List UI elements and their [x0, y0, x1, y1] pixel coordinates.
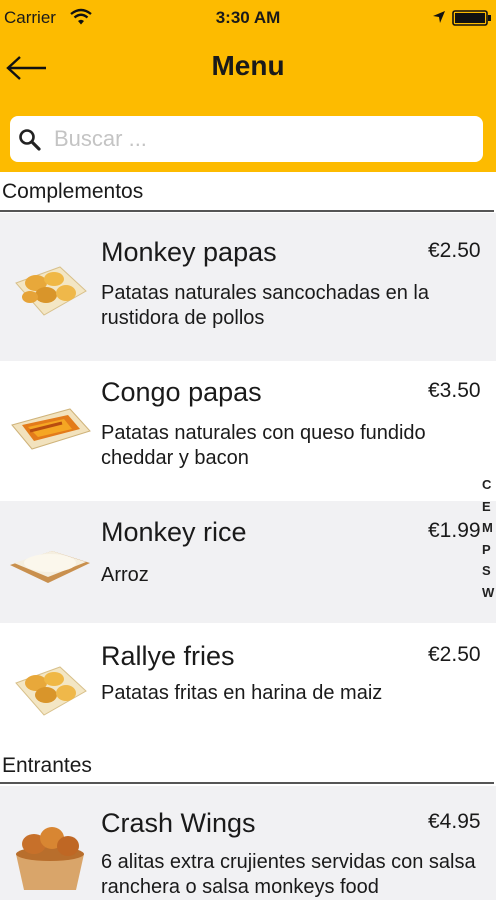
search-box[interactable] — [10, 116, 483, 162]
section-index-bar[interactable]: C E M P S W — [482, 474, 496, 603]
page-title: Menu — [211, 50, 285, 81]
battery-icon — [452, 10, 491, 26]
list-item[interactable]: Crash Wings €4.95 6 alitas extra crujien… — [0, 786, 496, 900]
item-price: €2.50 — [428, 643, 481, 666]
list-item[interactable]: Monkey rice €1.99 Arroz — [0, 501, 496, 623]
potatoes-tray-image — [15, 266, 87, 316]
item-description: Patatas naturales con queso fundido ched… — [101, 422, 426, 469]
list-item[interactable]: Congo papas €3.50 Patatas naturales con … — [0, 361, 496, 501]
list-item[interactable]: Rallye fries €2.50 Patatas fritas en har… — [0, 623, 496, 750]
chicken-wings-image — [16, 827, 84, 890]
item-description: Patatas naturales sancochadas en la rust… — [101, 282, 429, 329]
status-time: 3:30 AM — [215, 8, 281, 27]
item-description: Arroz — [101, 564, 149, 586]
index-letter[interactable]: S — [482, 560, 496, 582]
item-name: Congo papas — [101, 377, 262, 407]
search-input[interactable] — [54, 122, 454, 156]
nav-header: Carrier 3:30 AM Menu — [0, 0, 496, 172]
item-name: Rallye fries — [101, 641, 235, 671]
section-divider — [0, 782, 494, 784]
item-price: €4.95 — [428, 810, 481, 833]
item-price: €1.99 — [428, 519, 481, 542]
section-title: Complementos — [2, 180, 144, 203]
index-letter[interactable]: M — [482, 517, 496, 539]
item-description: 6 alitas extra crujientes servidas con s… — [101, 851, 476, 898]
fries-tray-image — [15, 666, 87, 716]
search-icon — [19, 129, 41, 151]
rice-tray-image — [10, 551, 90, 583]
index-letter[interactable]: P — [482, 539, 496, 561]
item-price: €2.50 — [428, 239, 481, 262]
status-bar: Carrier 3:30 AM — [0, 0, 496, 34]
index-letter[interactable]: W — [482, 582, 496, 604]
section-title: Entrantes — [2, 754, 92, 777]
cheese-fries-image — [11, 408, 91, 450]
item-name: Crash Wings — [101, 808, 256, 838]
location-arrow-icon — [433, 11, 445, 23]
list-item[interactable]: Monkey papas €2.50 Patatas naturales san… — [0, 213, 496, 361]
section-divider — [0, 210, 494, 212]
index-letter[interactable]: C — [482, 474, 496, 496]
item-name: Monkey rice — [101, 517, 247, 547]
index-letter[interactable]: E — [482, 496, 496, 518]
item-price: €3.50 — [428, 379, 481, 402]
section-header-complementos: Complementos — [0, 172, 496, 214]
item-name: Monkey papas — [101, 237, 277, 267]
item-description: Patatas fritas en harina de maiz — [101, 682, 383, 704]
